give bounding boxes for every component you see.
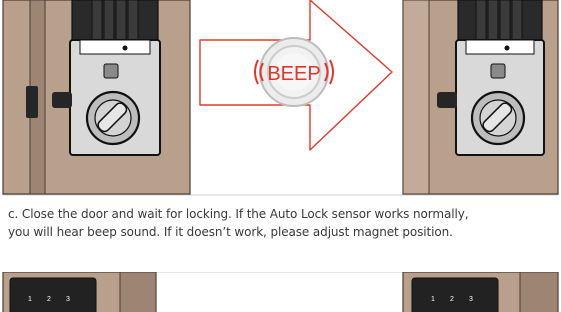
- caption-line-1: c. Close the door and wait for locking. …: [8, 207, 469, 221]
- auto-lock-illustration: BEEP: [2, 0, 559, 196]
- key-left-2: 2: [47, 296, 51, 303]
- battery-cover-right: [465, 39, 535, 55]
- key-left-3: 3: [66, 296, 70, 303]
- battery-3-left: [115, 0, 127, 43]
- instruction-caption: c. Close the door and wait for locking. …: [8, 205, 556, 241]
- caption-line-2: you will hear beep sound. If it doesn’t …: [8, 225, 453, 239]
- battery-4-left: [127, 0, 139, 43]
- button-left: [103, 63, 119, 79]
- screw-left: [122, 45, 128, 51]
- battery-4-right: [511, 0, 523, 43]
- door-edge-right: [402, 0, 430, 195]
- lock-door-open: [2, 0, 191, 195]
- lock-door-closed: [402, 0, 559, 195]
- key-right-3: 3: [469, 296, 473, 303]
- keypad-right: [411, 277, 499, 312]
- key-left-1: 1: [28, 296, 32, 303]
- keypad-illustration: 1 2 3 1 2 3: [2, 272, 559, 312]
- screw-right: [504, 45, 510, 51]
- battery-cover-left: [79, 39, 151, 55]
- key-right-2: 2: [450, 296, 454, 303]
- battery-1-left: [91, 0, 103, 43]
- battery-2-left: [103, 0, 115, 43]
- battery-3-right: [499, 0, 511, 43]
- knob-left: [52, 92, 72, 108]
- strike-left: [26, 86, 38, 118]
- battery-1-right: [475, 0, 487, 43]
- door-edge-bottom-left: [119, 272, 157, 312]
- button-right: [490, 63, 506, 79]
- battery-2-right: [487, 0, 499, 43]
- knob-right: [437, 92, 457, 108]
- key-right-1: 1: [431, 296, 435, 303]
- door-edge-bottom-right: [519, 272, 559, 312]
- beep-label: BEEP: [267, 63, 320, 85]
- keypad-left: [9, 277, 97, 312]
